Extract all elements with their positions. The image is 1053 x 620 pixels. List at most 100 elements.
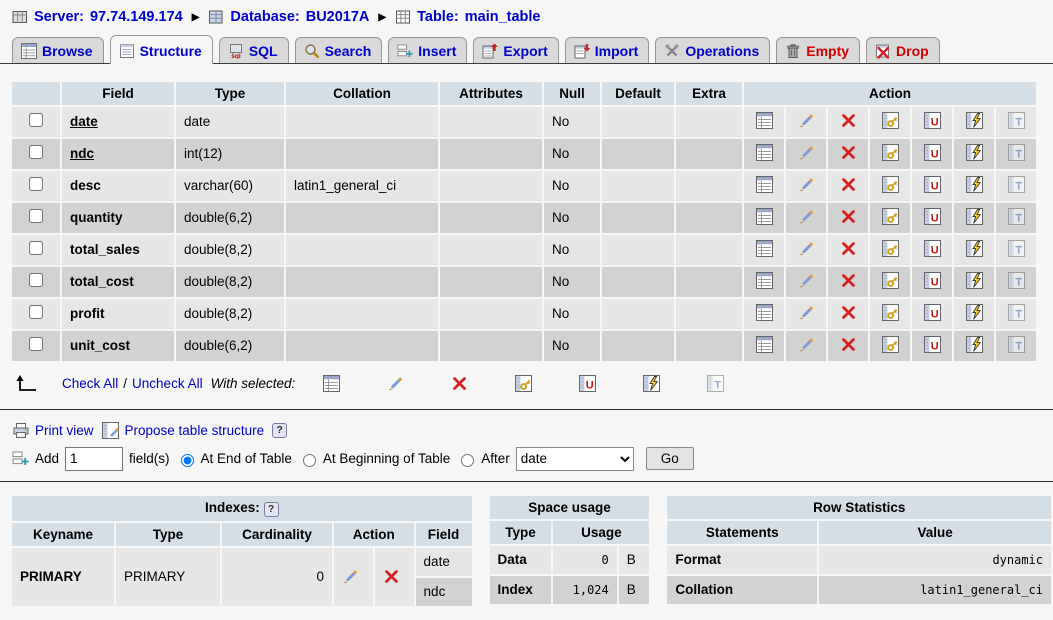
row-checkbox[interactable] bbox=[29, 209, 43, 223]
fulltext-action-button[interactable]: T bbox=[996, 331, 1036, 361]
with-selected-drop-button[interactable] bbox=[451, 375, 515, 392]
index-action-button[interactable] bbox=[954, 139, 994, 169]
after-field-select[interactable]: date bbox=[516, 447, 634, 471]
index-action-button[interactable] bbox=[954, 331, 994, 361]
change-action-button[interactable] bbox=[786, 331, 826, 361]
tab-browse[interactable]: Browse bbox=[12, 37, 104, 63]
row-checkbox[interactable] bbox=[29, 113, 43, 127]
with-selected-change-button[interactable] bbox=[387, 375, 451, 392]
row-checkbox[interactable] bbox=[29, 177, 43, 191]
tab-search[interactable]: Search bbox=[295, 37, 383, 63]
go-button[interactable]: Go bbox=[646, 447, 694, 470]
unique-action-button[interactable]: U bbox=[912, 171, 952, 201]
tab-sql[interactable]: sqlSQL bbox=[219, 37, 289, 63]
drop-action-button[interactable] bbox=[828, 107, 868, 137]
unique-action-button[interactable]: U bbox=[912, 299, 952, 329]
position-option-begin[interactable]: At Beginning of Table bbox=[298, 451, 450, 467]
drop-action-button[interactable] bbox=[828, 299, 868, 329]
browse-action-button[interactable] bbox=[744, 107, 784, 137]
tab-insert[interactable]: Insert bbox=[388, 37, 467, 63]
index-action-button[interactable] bbox=[954, 299, 994, 329]
change-action-button[interactable] bbox=[786, 203, 826, 233]
with-selected-index-button[interactable] bbox=[643, 375, 707, 392]
primary-action-button[interactable] bbox=[870, 139, 910, 169]
fulltext-action-button[interactable]: T bbox=[996, 235, 1036, 265]
row-checkbox[interactable] bbox=[29, 145, 43, 159]
unique-action-button[interactable]: U bbox=[912, 203, 952, 233]
add-count-input[interactable] bbox=[65, 447, 123, 471]
primary-action-button[interactable] bbox=[870, 203, 910, 233]
change-action-button[interactable] bbox=[786, 107, 826, 137]
browse-action-button[interactable] bbox=[744, 203, 784, 233]
change-action-button[interactable] bbox=[786, 267, 826, 297]
fulltext-action-button[interactable]: T bbox=[996, 139, 1036, 169]
check-all-link[interactable]: Check All bbox=[62, 376, 118, 391]
tab-import[interactable]: Import bbox=[565, 37, 650, 63]
browse-action-button[interactable] bbox=[744, 331, 784, 361]
index-action-button[interactable] bbox=[954, 107, 994, 137]
propose-structure-link[interactable]: Propose table structure bbox=[102, 422, 265, 439]
print-view-link[interactable]: Print view bbox=[12, 422, 94, 439]
change-action-button[interactable] bbox=[786, 235, 826, 265]
index-action-button[interactable] bbox=[954, 267, 994, 297]
tab-drop[interactable]: Drop bbox=[866, 37, 940, 63]
browse-action-button[interactable] bbox=[744, 267, 784, 297]
tab-operations[interactable]: Operations bbox=[655, 37, 770, 63]
unique-action-button[interactable]: U bbox=[912, 107, 952, 137]
with-selected-unique-button[interactable]: U bbox=[579, 375, 643, 392]
drop-action-button[interactable] bbox=[828, 139, 868, 169]
drop-index-button[interactable] bbox=[375, 548, 414, 606]
fulltext-action-button[interactable]: T bbox=[996, 107, 1036, 137]
browse-action-button[interactable] bbox=[744, 139, 784, 169]
breadcrumb-server[interactable]: Server: 97.74.149.174 bbox=[12, 9, 183, 25]
with-selected-primary-button[interactable] bbox=[515, 375, 579, 392]
position-option-end[interactable]: At End of Table bbox=[176, 451, 292, 467]
position-option-after[interactable]: After bbox=[456, 451, 510, 467]
breadcrumb-database[interactable]: Database: BU2017A bbox=[208, 9, 369, 25]
radio-at-beginning[interactable] bbox=[303, 454, 316, 467]
with-selected-browse-button[interactable] bbox=[323, 375, 387, 392]
row-checkbox[interactable] bbox=[29, 305, 43, 319]
uncheck-all-link[interactable]: Uncheck All bbox=[132, 376, 203, 391]
row-checkbox[interactable] bbox=[29, 337, 43, 351]
primary-action-button[interactable] bbox=[870, 331, 910, 361]
with-selected-fulltext-button[interactable]: T bbox=[707, 375, 771, 392]
unique-action-button[interactable]: U bbox=[912, 235, 952, 265]
tab-empty[interactable]: Empty bbox=[776, 37, 860, 63]
browse-action-button[interactable] bbox=[744, 299, 784, 329]
fulltext-action-button[interactable]: T bbox=[996, 203, 1036, 233]
change-action-button[interactable] bbox=[786, 139, 826, 169]
unique-action-button[interactable]: U bbox=[912, 139, 952, 169]
fulltext-action-button[interactable]: T bbox=[996, 299, 1036, 329]
tab-export[interactable]: Export bbox=[473, 37, 558, 63]
help-icon[interactable]: ? bbox=[272, 423, 287, 438]
unique-action-button[interactable]: U bbox=[912, 267, 952, 297]
row-checkbox[interactable] bbox=[29, 241, 43, 255]
primary-action-button[interactable] bbox=[870, 107, 910, 137]
index-action-button[interactable] bbox=[954, 171, 994, 201]
radio-after[interactable] bbox=[461, 454, 474, 467]
drop-action-button[interactable] bbox=[828, 235, 868, 265]
browse-action-button[interactable] bbox=[744, 235, 784, 265]
fulltext-action-button[interactable]: T bbox=[996, 171, 1036, 201]
primary-action-button[interactable] bbox=[870, 267, 910, 297]
drop-action-button[interactable] bbox=[828, 171, 868, 201]
index-action-button[interactable] bbox=[954, 203, 994, 233]
row-checkbox[interactable] bbox=[29, 273, 43, 287]
change-action-button[interactable] bbox=[786, 171, 826, 201]
help-icon[interactable]: ? bbox=[264, 502, 279, 517]
primary-action-button[interactable] bbox=[870, 171, 910, 201]
unique-action-button[interactable]: U bbox=[912, 331, 952, 361]
change-action-button[interactable] bbox=[786, 299, 826, 329]
drop-action-button[interactable] bbox=[828, 267, 868, 297]
breadcrumb-table[interactable]: Table: main_table bbox=[395, 9, 540, 25]
radio-at-end[interactable] bbox=[181, 454, 194, 467]
edit-index-button[interactable] bbox=[334, 548, 373, 606]
index-action-button[interactable] bbox=[954, 235, 994, 265]
tab-structure[interactable]: Structure bbox=[110, 35, 213, 64]
drop-action-button[interactable] bbox=[828, 331, 868, 361]
primary-action-button[interactable] bbox=[870, 299, 910, 329]
browse-action-button[interactable] bbox=[744, 171, 784, 201]
drop-action-button[interactable] bbox=[828, 203, 868, 233]
primary-action-button[interactable] bbox=[870, 235, 910, 265]
